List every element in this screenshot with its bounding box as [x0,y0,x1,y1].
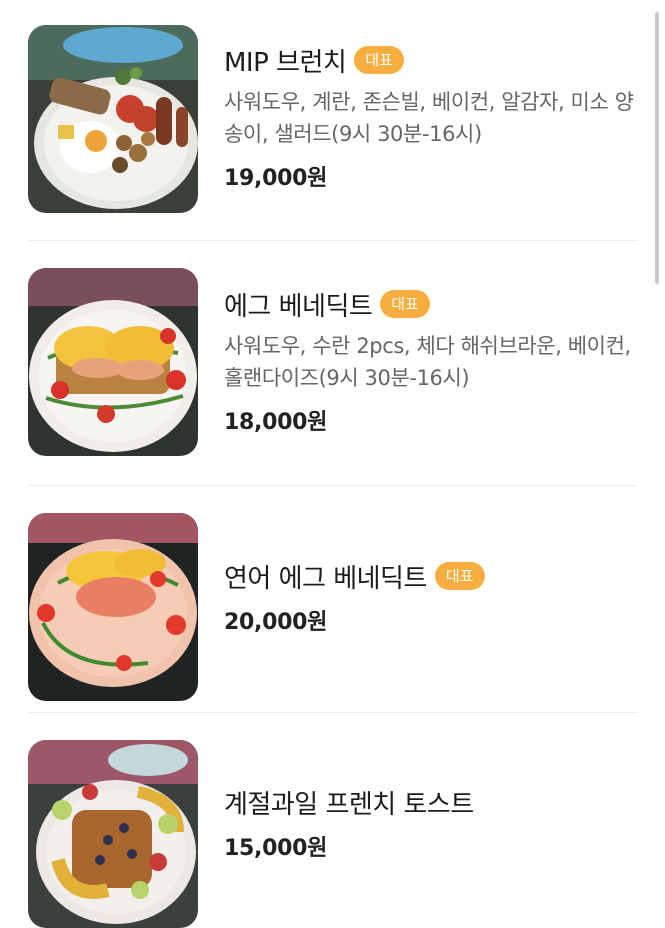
menu-item-price: 15,000원 [224,836,328,861]
menu-item-price: 20,000원 [224,610,328,635]
signature-badge: 대표 [434,562,485,590]
signature-badge: 대표 [354,46,404,74]
title-row: 계절과일 프렌치 토스트 [224,784,636,820]
title-row: 에그 베네딕트 대표 [224,286,636,322]
eggs-benedict-image [28,268,198,456]
menu-item-price: 18,000원 [224,410,328,435]
menu-item-info: MIP 브런치 대표 사워도우, 계란, 존슨빌, 베이컨, 알감자, 미소 양… [224,42,636,192]
menu-item-info: 계절과일 프렌치 토스트 15,000원 [224,784,636,862]
divider [28,240,637,241]
french-toast-image [28,740,198,928]
menu-item-name: 에그 베네딕트 [224,291,373,322]
divider [28,712,637,713]
menu-list-page: MIP 브런치 대표 사워도우, 계란, 존슨빌, 베이컨, 알감자, 미소 양… [0,0,665,928]
salmon-eggs-benedict-image [28,513,198,701]
menu-item-name: 계절과일 프렌치 토스트 [224,789,474,820]
signature-badge: 대표 [380,290,430,318]
scrollbar[interactable] [655,12,659,284]
brunch-plate-image [28,25,198,213]
french-toast-icon [28,740,198,928]
eggs-benedict-icon [28,268,198,456]
brunch-plate-icon [28,25,198,213]
salmon-eggs-benedict-icon [28,513,198,701]
menu-item-description: 사워도우, 수란 2pcs, 체다 해쉬브라운, 베이컨, 홀랜다이즈(9시 3… [224,334,631,390]
menu-item-name: 연어 에그 베네딕트 [224,563,427,594]
title-row: MIP 브런치 대표 [224,42,636,78]
menu-item-name: MIP 브런치 [224,47,347,78]
menu-item-description: 사워도우, 계란, 존슨빌, 베이컨, 알감자, 미소 양송이, 샐러드(9시 … [224,90,634,146]
menu-item-price: 19,000원 [224,166,328,191]
menu-item-info: 에그 베네딕트 대표 사워도우, 수란 2pcs, 체다 해쉬브라운, 베이컨,… [224,286,636,436]
title-row: 연어 에그 베네딕트 대표 [224,558,636,594]
menu-item-info: 연어 에그 베네딕트 대표 20,000원 [224,558,636,636]
divider [28,485,637,486]
